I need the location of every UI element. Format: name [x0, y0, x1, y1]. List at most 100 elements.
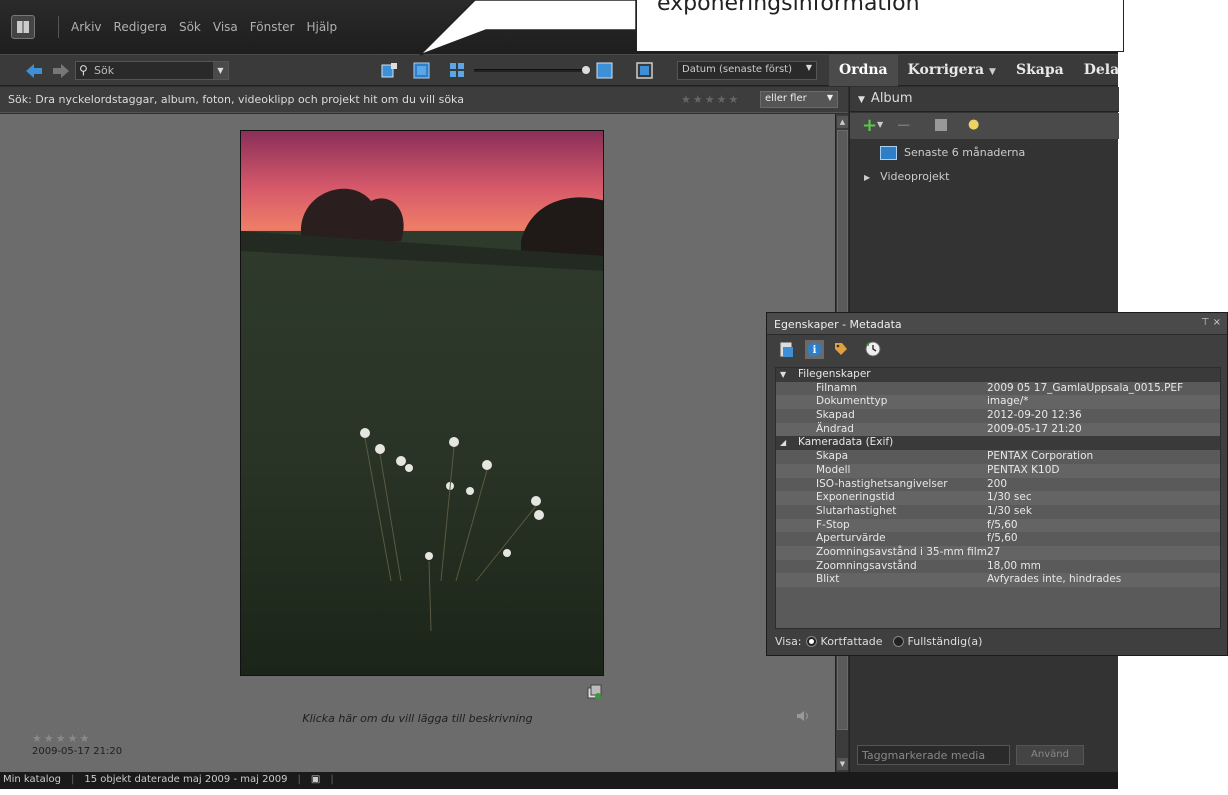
catalog-name[interactable]: Min katalog: [3, 774, 61, 789]
search-hint-text: Sök: Dra nyckelordstaggar, album, foton,…: [8, 93, 464, 106]
album-panel-header[interactable]: ▼ Album: [850, 87, 1119, 112]
status-separator: |: [330, 774, 334, 785]
history-icon[interactable]: [864, 340, 882, 358]
photo-rating-stars[interactable]: ★★★★★: [32, 732, 91, 745]
chevron-down-icon: ▼: [826, 93, 833, 102]
search-dropdown-icon[interactable]: ▼: [213, 62, 228, 79]
metadata-value: 200: [987, 477, 1008, 490]
tab-skapa[interactable]: Skapa: [1006, 55, 1074, 86]
tab-korrigera[interactable]: Korrigera ▼: [898, 55, 1006, 86]
info-icon[interactable]: i: [805, 340, 824, 359]
metadata-value: image/*: [987, 395, 1029, 408]
metadata-row: Aperturvärde f/5,60: [776, 532, 1220, 546]
metadata-row: Skapa PENTAX Corporation: [776, 450, 1220, 464]
metadata-value: 18,00 mm: [987, 559, 1041, 572]
catalog-lock-icon[interactable]: ▣: [311, 774, 320, 789]
smart-album-icon: [880, 146, 897, 160]
metadata-value: Avfyrades inte, hindrades: [987, 573, 1122, 586]
app-logo-icon[interactable]: [11, 15, 35, 39]
general-tab-icon[interactable]: [779, 341, 795, 359]
tag-media-input[interactable]: Taggmarkerade media: [857, 745, 1010, 765]
album-item-videoprojekt[interactable]: ▶ Videoprojekt: [864, 170, 949, 183]
metadata-table[interactable]: ▼ Filegenskaper Filnamn 2009 05 17_GamlaUp…: [775, 367, 1221, 629]
status-separator: |: [70, 774, 75, 785]
search-hint-bar[interactable]: Sök: Dra nyckelordstaggar, album, foton,…: [0, 87, 848, 113]
media-browser-icon[interactable]: [381, 62, 398, 79]
metadata-row: Filnamn 2009 05 17_GamlaUppsala_0015.PEF: [776, 382, 1220, 396]
tag-icon[interactable]: [833, 341, 849, 357]
album-item-label: Videoprojekt: [880, 170, 950, 183]
metadata-key: Filnamn: [816, 381, 858, 394]
callout-pointer: [419, 0, 637, 56]
album-item-label: Senaste 6 månaderna: [904, 146, 1026, 159]
metadata-row: Ändrad 2009-05-17 21:20: [776, 422, 1220, 437]
remove-album-icon[interactable]: −: [896, 115, 911, 136]
scroll-up-icon[interactable]: ▲: [837, 116, 848, 128]
photo-caption[interactable]: Klicka här om du vill lägga till beskriv…: [0, 712, 835, 725]
edit-album-icon[interactable]: [935, 119, 947, 131]
album-toolbar: + ▼ − ●: [850, 113, 1119, 139]
menu: Arkiv Redigera Sök Visa Fönster Hjälp: [71, 20, 337, 34]
expand-triangle-icon[interactable]: ▶: [864, 173, 870, 182]
metadata-key: Skapad: [816, 409, 855, 422]
forward-arrow-icon[interactable]: [52, 63, 70, 79]
scroll-down-icon[interactable]: ▼: [837, 758, 848, 770]
metadata-key: Skapa: [816, 450, 849, 463]
radio-kortfattade[interactable]: [805, 636, 817, 647]
lightbulb-icon[interactable]: ●: [968, 117, 979, 132]
radio-fullstandig-label[interactable]: Fullständig(a): [908, 635, 983, 648]
metadata-key: Slutarhastighet: [816, 504, 897, 517]
metadata-row: Zoomningsavstånd 18,00 mm: [776, 560, 1220, 574]
tab-dela[interactable]: Dela: [1074, 55, 1129, 86]
metadata-value: 2009-05-17 21:20: [987, 422, 1082, 435]
metadata-row: Skapad 2012-09-20 12:36: [776, 409, 1220, 423]
status-info: 15 objekt daterade maj 2009 - maj 2009: [84, 774, 288, 785]
album-item-recent[interactable]: Senaste 6 månaderna: [880, 146, 1025, 160]
menu-item-fonster[interactable]: Fönster: [250, 20, 295, 34]
album-panel-title: Album: [870, 91, 913, 106]
menu-item-hjalp[interactable]: Hjälp: [306, 20, 337, 34]
audio-caption-icon[interactable]: [796, 710, 810, 722]
metadata-view-options: Visa: Kortfattade Fullständig(a): [775, 635, 982, 648]
rating-filter-stars[interactable]: ★★★★★: [681, 93, 740, 106]
metadata-section-header[interactable]: ◢ Kameradata (Exif): [776, 436, 1220, 451]
menu-item-visa[interactable]: Visa: [213, 20, 238, 34]
metadata-icon-bar: i: [767, 335, 1227, 365]
metadata-panel: Egenskaper - Metadata ⊤ × i ▼ Filegenskap…: [766, 312, 1228, 656]
collapse-triangle-icon: ▼: [858, 95, 865, 105]
rating-filter-select[interactable]: eller fler ▼: [760, 91, 838, 108]
collapse-triangle-icon: ◢: [780, 438, 787, 448]
metadata-key: F-Stop: [816, 518, 850, 531]
version-stack-icon[interactable]: [586, 684, 602, 700]
radio-fullstandig[interactable]: [892, 636, 904, 647]
metadata-key: Dokumenttyp: [816, 395, 888, 408]
metadata-key: Aperturvärde: [816, 532, 886, 545]
metadata-row: Slutarhastighet 1/30 sek: [776, 505, 1220, 519]
metadata-section-header[interactable]: ▼ Filegenskaper: [776, 368, 1220, 382]
add-dropdown-icon[interactable]: ▼: [877, 120, 883, 129]
metadata-key: Blixt: [816, 573, 840, 586]
photo[interactable]: [240, 130, 604, 676]
tab-ordna[interactable]: Ordna: [829, 55, 898, 86]
add-album-icon[interactable]: +: [862, 115, 877, 136]
metadata-value: 1/30 sec: [987, 491, 1032, 504]
metadata-value: 2012-09-20 12:36: [987, 409, 1082, 422]
back-arrow-icon[interactable]: [25, 63, 43, 79]
radio-kortfattade-label[interactable]: Kortfattade: [821, 635, 883, 648]
menu-item-sok[interactable]: Sök: [179, 20, 201, 34]
menu-item-arkiv[interactable]: Arkiv: [71, 20, 102, 34]
metadata-value: 2009 05 17_GamlaUppsala_0015.PEF: [987, 381, 1184, 394]
metadata-row: Exponeringstid 1/30 sec: [776, 491, 1220, 505]
callout-box: exponeringsinformation: [636, 0, 1124, 52]
metadata-row: Zoomningsavstånd i 35-mm film 27: [776, 545, 1220, 560]
search-input[interactable]: ⚲ Sök ▼: [75, 61, 229, 80]
metadata-value: PENTAX K10D: [987, 463, 1060, 476]
metadata-key: Ändrad: [816, 422, 854, 435]
menu-item-redigera[interactable]: Redigera: [114, 20, 167, 34]
apply-button[interactable]: Använd: [1016, 745, 1084, 765]
sort-order-select[interactable]: Datum (senaste först) ▼: [677, 61, 817, 80]
pin-close-icon[interactable]: ⊤ ×: [1201, 317, 1221, 328]
metadata-title-bar[interactable]: Egenskaper - Metadata ⊤ ×: [767, 313, 1227, 335]
metadata-row: Blixt Avfyrades inte, hindrades: [776, 573, 1220, 587]
photo-image: [241, 131, 603, 675]
